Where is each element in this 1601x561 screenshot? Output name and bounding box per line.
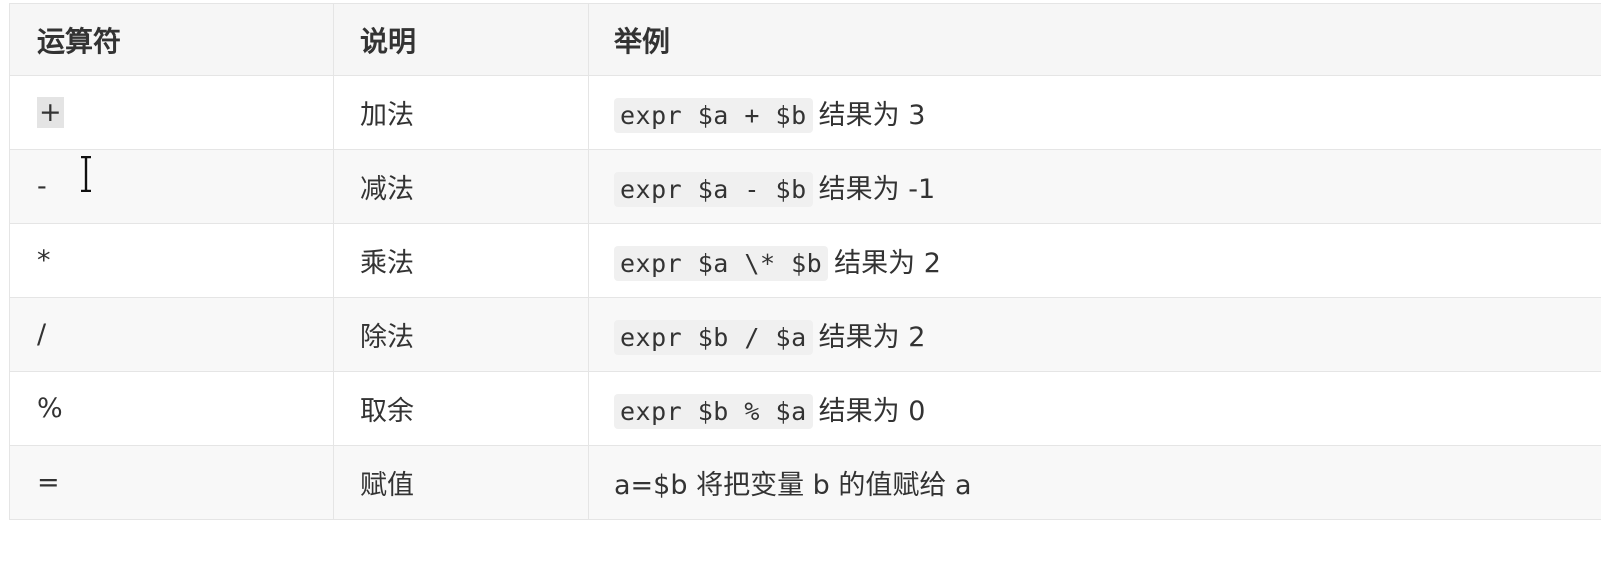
code-snippet: expr $b % $a — [614, 394, 813, 429]
operator-cell[interactable]: = — [9, 445, 334, 520]
description-cell: 加法 — [333, 75, 589, 150]
operator-cell[interactable]: + — [9, 75, 334, 150]
result-text: 结果为 2 — [818, 322, 926, 353]
description-cell: 乘法 — [333, 223, 589, 298]
code-snippet: expr $a + $b — [614, 98, 813, 133]
example-cell: expr $a \* $b 结果为 2 — [588, 223, 1601, 298]
table-row: = 赋值 a=$b 将把变量 b 的值赋给 a — [9, 445, 1601, 520]
description-cell: 取余 — [333, 371, 589, 446]
code-snippet: expr $a - $b — [614, 172, 813, 207]
result-text: a=$b 将把变量 b 的值赋给 a — [614, 470, 972, 501]
operator-table: 运算符 说明 举例 + 加法 expr $a + $b 结果为 3 - 减法 ex… — [9, 3, 1601, 520]
header-example: 举例 — [588, 3, 1601, 76]
table-header-row: 运算符 说明 举例 — [9, 3, 1601, 76]
result-text: 结果为 3 — [818, 100, 926, 131]
table-row: - 减法 expr $a - $b 结果为 -1 — [9, 149, 1601, 224]
code-snippet: expr $a \* $b — [614, 246, 829, 281]
result-text: 结果为 0 — [818, 396, 926, 427]
operator-symbol: + — [37, 97, 64, 128]
example-cell: expr $a + $b 结果为 3 — [588, 75, 1601, 150]
example-cell: expr $b % $a 结果为 0 — [588, 371, 1601, 446]
example-cell: a=$b 将把变量 b 的值赋给 a — [588, 445, 1601, 520]
header-description: 说明 — [333, 3, 589, 76]
description-cell: 除法 — [333, 297, 589, 372]
result-text: 结果为 -1 — [818, 174, 936, 205]
header-operator: 运算符 — [9, 3, 334, 76]
example-cell: expr $a - $b 结果为 -1 — [588, 149, 1601, 224]
operator-cell[interactable]: * — [9, 223, 334, 298]
operator-cell[interactable]: % — [9, 371, 334, 446]
table-row: % 取余 expr $b % $a 结果为 0 — [9, 371, 1601, 446]
code-snippet: expr $b / $a — [614, 320, 813, 355]
operator-cell[interactable]: - — [9, 149, 334, 224]
description-cell: 赋值 — [333, 445, 589, 520]
table-row: + 加法 expr $a + $b 结果为 3 — [9, 75, 1601, 150]
example-cell: expr $b / $a 结果为 2 — [588, 297, 1601, 372]
operator-cell[interactable]: / — [9, 297, 334, 372]
table-row: * 乘法 expr $a \* $b 结果为 2 — [9, 223, 1601, 298]
description-cell: 减法 — [333, 149, 589, 224]
result-text: 结果为 2 — [834, 248, 941, 279]
table-row: / 除法 expr $b / $a 结果为 2 — [9, 297, 1601, 372]
